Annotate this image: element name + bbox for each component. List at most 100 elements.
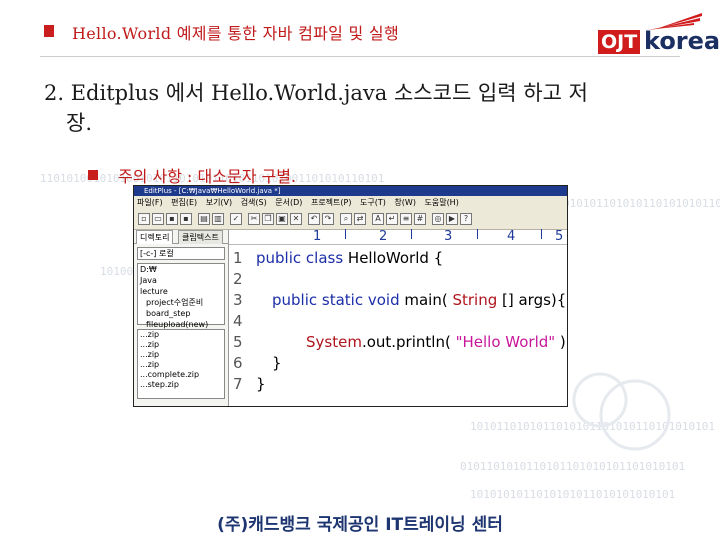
open-folder-icon[interactable]: ▭ <box>152 213 164 225</box>
paste-icon[interactable]: ▣ <box>276 213 288 225</box>
code-line-6: } <box>272 354 282 372</box>
menu-item-view[interactable]: 보기(V) <box>206 198 232 207</box>
file-item[interactable]: ...complete.zip <box>138 370 224 380</box>
step-heading: 2. Editplus 에서 Hello.World.java 소스코드 입력 … <box>44 78 664 138</box>
code-type: String <box>452 291 498 309</box>
line-number: 6 <box>233 354 243 372</box>
editor-menubar: 파일(F) 편집(E) 보기(V) 검색(S) 문서(D) 프로젝트(P) 도구… <box>134 196 567 210</box>
line-number: 5 <box>233 333 243 351</box>
code-text: ); <box>559 333 567 351</box>
logo-ojt-text: OJT <box>598 30 641 54</box>
menu-item-window[interactable]: 창(W) <box>394 198 416 207</box>
print-icon[interactable]: ▤ <box>198 213 210 225</box>
ruler-tick <box>541 229 542 239</box>
step-heading-line2: 장. <box>66 111 92 135</box>
case-sensitivity-note: 주의 사항 : 대소문자 구별. <box>118 167 297 186</box>
line-number: 7 <box>233 375 243 393</box>
tree-item[interactable]: project수업준비 <box>138 297 224 308</box>
print-preview-icon[interactable]: ▥ <box>212 213 224 225</box>
file-list: ...zip ...zip ...zip ...zip ...complete.… <box>137 329 225 399</box>
line-number: 3 <box>233 291 243 309</box>
menu-item-tools[interactable]: 도구(T) <box>360 198 386 207</box>
editor-titlebar: EditPlus - [C:₩Java₩HelloWorld.java *] <box>134 186 567 196</box>
file-item[interactable]: ...zip <box>138 360 224 370</box>
drive-select[interactable]: [-c-] 로컬 <box>137 247 225 260</box>
redo-icon[interactable]: ↷ <box>322 213 334 225</box>
font-icon[interactable]: A <box>372 213 384 225</box>
slide-header-title: Hello.World 예제를 통한 자바 컴파일 및 실행 <box>72 24 399 43</box>
wordwrap-icon[interactable]: ↵ <box>386 213 398 225</box>
menu-item-help[interactable]: 도움말(H) <box>424 198 458 207</box>
directory-panel: 디렉토리 클립텍스트 [-c-] 로컬 D:₩ Java lecture pro… <box>134 230 229 406</box>
code-text: main( <box>399 291 453 309</box>
editplus-window: EditPlus - [C:₩Java₩HelloWorld.java *] 파… <box>133 185 568 407</box>
line-number: 4 <box>233 312 243 330</box>
replace-icon[interactable]: ⇄ <box>354 213 366 225</box>
step-heading-line1: 2. Editplus 에서 Hello.World.java 소스코드 입력 … <box>44 81 588 105</box>
code-text: .out.println( <box>361 333 456 351</box>
file-item[interactable]: ...zip <box>138 330 224 340</box>
ruler-tick <box>345 229 346 239</box>
help-icon[interactable]: ? <box>460 213 472 225</box>
code-line-3: public static void main( String [] args)… <box>272 291 566 309</box>
code-line-1: public class HelloWorld { <box>256 249 443 267</box>
column-ruler: 1 2 3 4 5 <box>229 229 567 245</box>
browser-icon[interactable]: ◎ <box>432 213 444 225</box>
spellcheck-icon[interactable]: ✓ <box>230 213 242 225</box>
tree-item[interactable]: lecture <box>138 286 224 297</box>
menu-item-file[interactable]: 파일(F) <box>137 198 163 207</box>
cut-icon[interactable]: ✂ <box>248 213 260 225</box>
ruler-mark: 3 <box>444 229 453 244</box>
save-all-icon[interactable]: ▪ <box>180 213 192 225</box>
tab-directory[interactable]: 디렉토리 <box>136 230 174 244</box>
file-item[interactable]: ...step.zip <box>138 380 224 390</box>
code-text: HelloWorld { <box>343 249 444 267</box>
ojt-korea-logo: OJT korea <box>596 8 720 60</box>
tree-item[interactable]: D:₩ <box>138 264 224 275</box>
menu-item-document[interactable]: 문서(D) <box>275 198 302 207</box>
tab-cliptext[interactable]: 클립텍스트 <box>178 230 223 244</box>
file-item[interactable]: ...zip <box>138 340 224 350</box>
code-keyword: public static void <box>272 291 400 309</box>
editor-toolbar: ▫ ▭ ▪ ▪ ▤ ▥ ✓ ✂ ❐ ▣ ✕ ↶ ↷ ⌕ ⇄ A ↵ ≡ # ◎ … <box>134 210 567 230</box>
header-divider <box>40 56 680 57</box>
menu-item-search[interactable]: 검색(S) <box>241 198 267 207</box>
directory-tree: D:₩ Java lecture project수업준비 board_step … <box>137 263 225 329</box>
tree-item[interactable]: Java <box>138 275 224 286</box>
menu-item-edit[interactable]: 편집(E) <box>171 198 197 207</box>
find-icon[interactable]: ⌕ <box>340 213 352 225</box>
tree-item[interactable]: board_step <box>138 308 224 319</box>
save-icon[interactable]: ▪ <box>166 213 178 225</box>
line-number: 2 <box>233 270 243 288</box>
ruler-tick <box>411 229 412 239</box>
copy-icon[interactable]: ❐ <box>262 213 274 225</box>
run-icon[interactable]: ▶ <box>446 213 458 225</box>
ruler-mark: 4 <box>507 229 516 244</box>
slide: 1101010010101001010110101011010110101001… <box>0 0 720 540</box>
delete-icon[interactable]: ✕ <box>290 213 302 225</box>
ruler-icon[interactable]: ≡ <box>400 213 412 225</box>
menu-item-project[interactable]: 프로젝트(P) <box>311 198 352 207</box>
new-file-icon[interactable]: ▫ <box>138 213 150 225</box>
undo-icon[interactable]: ↶ <box>308 213 320 225</box>
ruler-tick <box>477 229 478 239</box>
code-text: [] args){ <box>497 291 567 309</box>
code-editor-area[interactable]: public class HelloWorld { public static … <box>252 245 567 406</box>
header-bullet <box>44 25 54 37</box>
code-class: System <box>306 333 362 351</box>
note-bullet <box>88 170 98 180</box>
directory-tabs: 디렉토리 클립텍스트 <box>134 230 228 244</box>
line-number: 1 <box>233 249 243 267</box>
line-number-icon[interactable]: # <box>414 213 426 225</box>
ruler-mark: 2 <box>379 229 388 244</box>
line-number-gutter: 1 2 3 4 5 6 7 <box>229 245 251 406</box>
ruler-mark: 1 <box>313 229 322 244</box>
file-item[interactable]: ...zip <box>138 350 224 360</box>
logo-korea-text: korea <box>644 27 720 55</box>
code-line-7: } <box>256 375 266 393</box>
code-line-5: System.out.println( "Hello World" ); <box>306 333 567 351</box>
code-string: "Hello World" <box>455 333 556 351</box>
ruler-mark: 5 <box>555 229 564 244</box>
decorative-circles <box>572 372 671 451</box>
code-keyword: public class <box>256 249 344 267</box>
